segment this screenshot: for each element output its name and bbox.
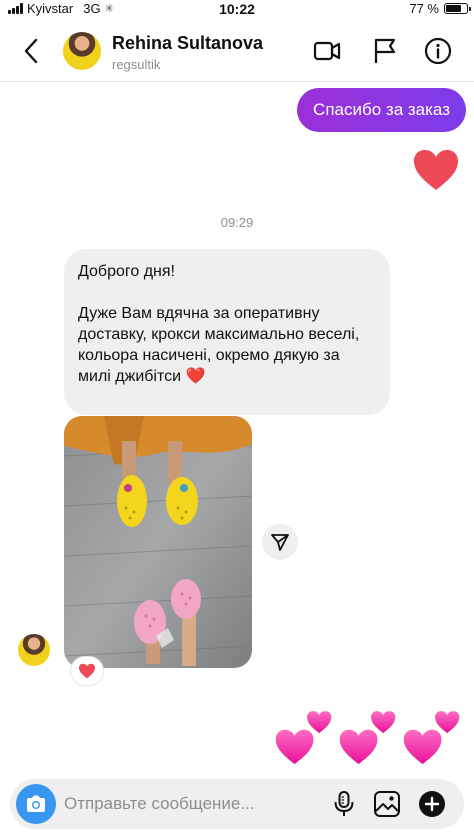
chevron-left-icon[interactable] [20, 37, 44, 65]
avatar[interactable] [63, 32, 101, 70]
status-time: 10:22 [219, 1, 255, 17]
message-reaction[interactable] [70, 656, 104, 686]
photo-image [64, 416, 252, 668]
gallery-icon[interactable] [373, 790, 401, 818]
share-button[interactable] [262, 524, 298, 560]
battery-icon [444, 3, 471, 14]
paper-plane-icon [271, 534, 289, 551]
battery-fill [446, 5, 462, 12]
pink-heart-icon [435, 711, 460, 734]
message-timestamp: 09:29 [220, 215, 254, 230]
heart-icon[interactable] [412, 148, 460, 192]
photo-message[interactable] [64, 416, 252, 668]
camera-icon [27, 795, 45, 812]
battery-percent: 77 % [409, 1, 439, 16]
camera-button[interactable] [16, 784, 56, 824]
heart-icon [79, 663, 95, 679]
hearts-emoji-message[interactable] [270, 708, 470, 770]
microphone-icon[interactable] [330, 790, 358, 818]
status-bar: Kyivstar 3G ✳ 10:22 77 % [0, 0, 474, 20]
status-right: 77 % [409, 1, 471, 16]
chat-header: Rehina Sultanova regsultik [0, 20, 474, 82]
flag-icon[interactable] [371, 37, 399, 65]
sender-avatar[interactable] [18, 634, 50, 666]
plus-icon[interactable] [418, 790, 446, 818]
incoming-message-text: Доброго дня! Дуже Вам вдячна за оператив… [78, 263, 360, 385]
message-input[interactable] [64, 779, 326, 829]
video-camera-icon[interactable] [313, 37, 341, 65]
pink-heart-icon [307, 711, 332, 734]
outgoing-message-text: Спасибо за заказ [313, 100, 450, 119]
pink-heart-icon [403, 729, 442, 765]
outgoing-message[interactable]: Спасибо за заказ [297, 88, 466, 132]
incoming-message[interactable]: Доброго дня! Дуже Вам вдячна за оператив… [64, 249, 390, 415]
contact-username[interactable]: regsultik [112, 57, 160, 72]
pink-heart-icon [371, 711, 396, 734]
pink-heart-icon [339, 729, 378, 765]
info-icon[interactable] [424, 37, 452, 65]
pink-heart-icon [275, 729, 314, 765]
contact-name[interactable]: Rehina Sultanova [112, 33, 263, 54]
message-composer [10, 779, 464, 829]
